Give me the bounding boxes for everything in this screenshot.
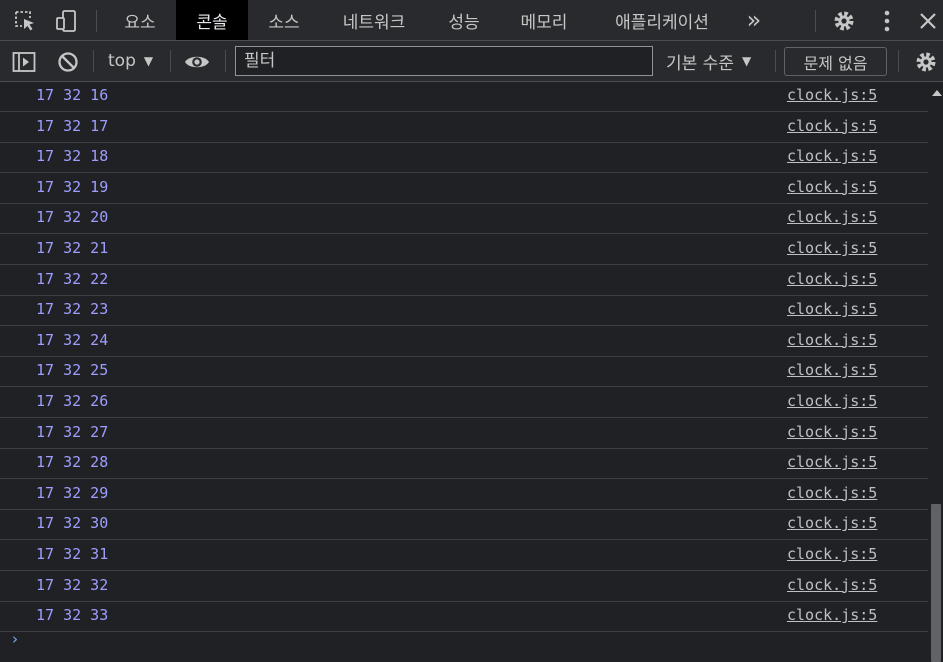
source-link[interactable]: clock.js:5 <box>787 606 877 624</box>
tab-application[interactable]: 애플리케이션 <box>591 0 733 40</box>
console-message-text: 17 32 31 <box>36 545 109 563</box>
console-message-row: 17 32 23 clock.js:5 <box>0 296 928 327</box>
source-link[interactable]: clock.js:5 <box>787 239 877 257</box>
console-message-row: 17 32 17 clock.js:5 <box>0 113 928 143</box>
issues-label: 문제 없음 <box>803 53 868 73</box>
console-message-row: 17 32 28 clock.js:5 <box>0 449 928 480</box>
console-message-row: 17 32 29 clock.js:5 <box>0 480 928 510</box>
source-link[interactable]: clock.js:5 <box>787 208 877 226</box>
console-message-row: 17 32 26 clock.js:5 <box>0 388 928 418</box>
context-selector[interactable]: top ▼ <box>108 50 153 72</box>
eye-icon[interactable] <box>183 49 211 75</box>
source-link[interactable]: clock.js:5 <box>787 331 877 349</box>
console-prompt[interactable]: › <box>12 630 18 648</box>
tab-performance[interactable]: 성능 <box>431 0 497 40</box>
device-toolbar-icon[interactable] <box>53 8 79 34</box>
console-message-row: 17 32 32 clock.js:5 <box>0 572 928 602</box>
close-icon[interactable] <box>915 8 941 34</box>
tab-memory[interactable]: 메모리 <box>502 0 586 40</box>
console-message-text: 17 32 29 <box>36 483 109 502</box>
tab-console[interactable]: 콘솔 <box>176 0 248 40</box>
console-message-row: 17 32 21 clock.js:5 <box>0 235 928 265</box>
console-message-row: 17 32 22 clock.js:5 <box>0 266 928 296</box>
scrollbar-thumb[interactable] <box>931 504 941 662</box>
source-link[interactable]: clock.js:5 <box>787 392 877 410</box>
console-message-text: 17 32 23 <box>36 300 109 319</box>
filter-input[interactable] <box>235 46 653 76</box>
toolbar-separator <box>775 50 776 72</box>
console-message-text: 17 32 18 <box>36 147 109 166</box>
clear-console-icon[interactable] <box>55 49 81 75</box>
console-settings-gear-icon[interactable] <box>914 49 943 75</box>
console-message-row: 17 32 30 clock.js:5 <box>0 510 928 541</box>
issues-button[interactable]: 문제 없음 <box>784 47 887 76</box>
source-link[interactable]: clock.js:5 <box>787 86 877 104</box>
tabbar-separator <box>815 10 816 32</box>
source-link[interactable]: clock.js:5 <box>787 178 877 196</box>
console-message-text: 17 32 16 <box>36 86 109 104</box>
tab-sources[interactable]: 소스 <box>251 0 317 40</box>
console-message-text: 17 32 20 <box>36 208 109 227</box>
caret-down-icon: ▼ <box>741 54 752 68</box>
console-message-text: 17 32 27 <box>36 422 109 441</box>
console-message-text: 17 32 33 <box>36 606 109 625</box>
source-link[interactable]: clock.js:5 <box>787 361 877 379</box>
log-levels-dropdown[interactable]: 기본 수준 ▼ <box>666 50 752 74</box>
console-message-text: 17 32 22 <box>36 269 109 288</box>
toolbar-separator <box>170 50 171 72</box>
console-message-text: 17 32 32 <box>36 575 109 594</box>
source-link[interactable]: clock.js:5 <box>787 117 877 135</box>
source-link[interactable]: clock.js:5 <box>787 514 877 532</box>
caret-down-icon: ▼ <box>143 54 154 68</box>
settings-gear-icon[interactable] <box>831 8 857 34</box>
context-label: top <box>108 51 136 71</box>
console-message-row: 17 32 31 clock.js:5 <box>0 541 928 571</box>
sidebar-toggle-icon[interactable] <box>11 49 37 75</box>
console-message-text: 17 32 19 <box>36 177 109 196</box>
source-link[interactable]: clock.js:5 <box>787 270 877 288</box>
source-link[interactable]: clock.js:5 <box>787 545 877 563</box>
console-message-text: 17 32 24 <box>36 330 109 349</box>
console-message-text: 17 32 21 <box>36 239 109 257</box>
console-message-text: 17 32 30 <box>36 514 109 533</box>
console-message-row: 17 32 33 clock.js:5 <box>0 602 928 633</box>
source-link[interactable]: clock.js:5 <box>787 576 877 594</box>
console-message-row: 17 32 24 clock.js:5 <box>0 327 928 357</box>
kebab-menu-icon[interactable] <box>876 8 898 34</box>
toolbar-separator <box>225 50 226 72</box>
inspect-element-icon[interactable] <box>12 8 38 34</box>
console-message-row: 17 32 19 clock.js:5 <box>0 174 928 204</box>
source-link[interactable]: clock.js:5 <box>787 484 877 502</box>
source-link[interactable]: clock.js:5 <box>787 147 877 165</box>
console-message-text: 17 32 25 <box>36 361 109 380</box>
tabbar-separator <box>96 10 97 32</box>
source-link[interactable]: clock.js:5 <box>787 453 877 471</box>
console-messages: 17 32 16 clock.js:5 17 32 17 clock.js:5 … <box>0 82 930 662</box>
console-message-row: 17 32 18 clock.js:5 <box>0 143 928 174</box>
tab-network[interactable]: 네트워크 <box>322 0 426 40</box>
log-levels-label: 기본 수준 <box>666 53 734 74</box>
console-message-text: 17 32 17 <box>36 116 109 135</box>
tab-elements[interactable]: 요소 <box>107 0 173 40</box>
console-scrollbar[interactable] <box>929 82 943 662</box>
source-link[interactable]: clock.js:5 <box>787 423 877 441</box>
toolbar-separator <box>93 50 94 72</box>
console-message-row: 17 32 20 clock.js:5 <box>0 204 928 235</box>
console-message-row: 17 32 27 clock.js:5 <box>0 419 928 449</box>
console-message-row: 17 32 16 clock.js:5 <box>0 82 928 112</box>
console-message-text: 17 32 28 <box>36 453 109 472</box>
console-message-text: 17 32 26 <box>36 392 109 410</box>
toolbar-separator <box>898 50 899 72</box>
more-tabs-button[interactable]: » <box>737 0 771 40</box>
source-link[interactable]: clock.js:5 <box>787 300 877 318</box>
devtools-tabbar: 요소 콘솔 소스 네트워크 성능 메모리 애플리케이션 » <box>0 0 943 41</box>
console-message-row: 17 32 25 clock.js:5 <box>0 357 928 388</box>
scroll-up-arrow-icon[interactable] <box>932 90 942 96</box>
